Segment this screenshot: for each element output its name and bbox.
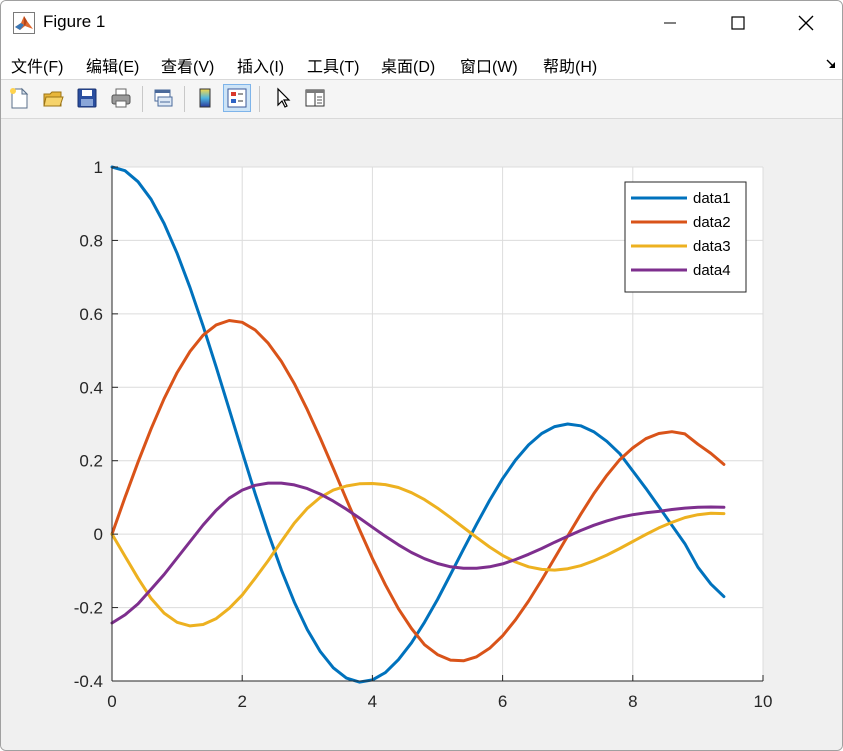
window-title: Figure 1 <box>43 12 106 31</box>
maximize-button[interactable] <box>705 1 771 45</box>
legend-label-data4: data4 <box>693 262 731 279</box>
x-tick-label: 4 <box>368 692 377 711</box>
y-tick-label: 0.4 <box>79 378 103 397</box>
figure-canvas[interactable]: 0 2 4 6 8 10 -0.4 -0.2 0 0.2 0.4 0.6 0.8 1 data1 data2 d… <box>1 119 842 750</box>
open-file-icon <box>43 91 64 107</box>
y-tick-label: 0.8 <box>79 231 103 250</box>
legend-button[interactable] <box>223 84 251 112</box>
toolbar-separator <box>142 86 143 112</box>
menu-file[interactable]: 文件(F) <box>11 53 63 77</box>
toolbar-separator <box>259 86 260 112</box>
dock-arrow-icon[interactable] <box>826 59 836 69</box>
menu-bar: 文件(F) 编辑(E) 查看(V) 插入(I) 工具(T) 桌面(D) 窗口(W… <box>1 45 842 80</box>
pointer-button[interactable] <box>269 84 297 112</box>
print-icon <box>111 88 131 108</box>
x-tick-label: 2 <box>237 692 246 711</box>
menu-view[interactable]: 查看(V) <box>161 53 214 77</box>
close-icon <box>798 15 814 31</box>
toolbar-separator <box>184 86 185 112</box>
property-editor-icon <box>305 89 325 107</box>
menu-tools[interactable]: 工具(T) <box>307 53 359 77</box>
minimize-button[interactable] <box>637 1 703 45</box>
open-file-button[interactable] <box>39 84 67 112</box>
y-tick-label: -0.2 <box>74 599 103 618</box>
colorbar-icon <box>199 88 211 108</box>
menu-edit[interactable]: 编辑(E) <box>86 53 139 77</box>
menu-help[interactable]: 帮助(H) <box>543 53 597 77</box>
menu-window[interactable]: 窗口(W) <box>460 53 518 77</box>
save-icon <box>77 88 97 108</box>
close-button[interactable] <box>773 1 839 45</box>
x-tick-label: 0 <box>107 692 116 711</box>
y-tick-label: 0 <box>94 525 103 544</box>
y-tick-label: 0.6 <box>79 305 103 324</box>
line-plot: 0 2 4 6 8 10 -0.4 -0.2 0 0.2 0.4 0.6 0.8 1 data1 data2 d… <box>74 158 773 711</box>
title-bar[interactable]: Figure 1 <box>1 1 842 45</box>
minimize-icon <box>664 22 676 24</box>
colorbar-button[interactable] <box>191 84 219 112</box>
pointer-icon <box>277 87 291 108</box>
figure-window: Figure 1 文件(F) 编辑(E) 查看(V) 插入(I) 工具(T) 桌… <box>0 0 843 751</box>
figure-toolbar <box>1 80 842 119</box>
new-figure-button[interactable] <box>5 84 33 112</box>
x-tick-label: 8 <box>628 692 637 711</box>
legend-icon <box>227 88 247 108</box>
x-tick-label: 10 <box>754 692 773 711</box>
property-editor-button[interactable] <box>301 84 329 112</box>
legend-label-data1: data1 <box>693 190 731 207</box>
maximize-icon <box>731 16 745 30</box>
x-tick-label: 6 <box>498 692 507 711</box>
y-tick-label: 1 <box>94 158 103 177</box>
y-tick-label: -0.4 <box>74 672 103 691</box>
new-figure-icon <box>10 87 29 109</box>
legend-label-data3: data3 <box>693 238 731 255</box>
matlab-logo-icon <box>13 12 35 34</box>
menu-desktop[interactable]: 桌面(D) <box>381 53 435 77</box>
print-button[interactable] <box>107 84 135 112</box>
y-tick-label: 0.2 <box>79 452 103 471</box>
menu-insert[interactable]: 插入(I) <box>237 53 284 77</box>
link-plot-button[interactable] <box>149 84 177 112</box>
link-plot-icon <box>154 89 173 107</box>
legend-label-data2: data2 <box>693 214 731 231</box>
save-button[interactable] <box>73 84 101 112</box>
